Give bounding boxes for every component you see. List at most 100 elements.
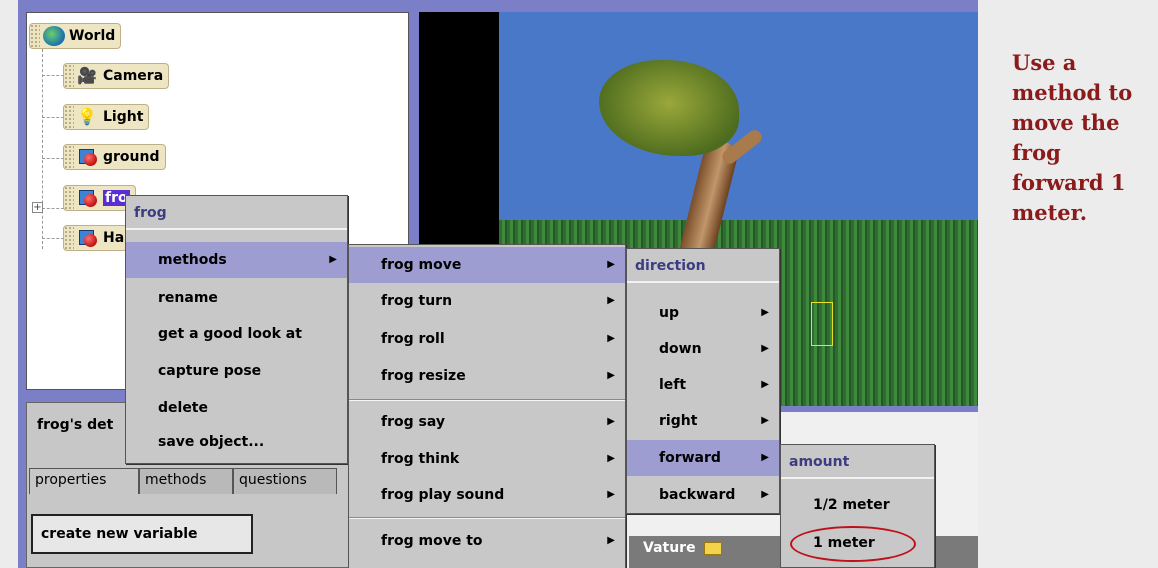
submenu-arrow-icon: ▶	[761, 415, 769, 426]
submenu-arrow-icon: ▶	[761, 379, 769, 390]
tree-connector	[42, 75, 64, 76]
menu-item-label: rename	[158, 290, 218, 306]
menu-item-half-meter[interactable]: 1/2 meter	[781, 487, 934, 523]
menu-item-label: backward	[659, 487, 736, 503]
selection-bounding-box	[811, 302, 833, 346]
tab-questions[interactable]: questions	[233, 468, 337, 494]
menu-separator	[349, 399, 625, 401]
menu-separator	[349, 517, 625, 519]
menu-item-frog-roll[interactable]: frog roll ▶	[349, 321, 625, 357]
menu-item-methods[interactable]: methods ▶	[126, 242, 347, 278]
menu-item-label: frog move to	[381, 533, 483, 549]
submenu-arrow-icon: ▶	[607, 259, 615, 270]
menu-item-label: get a good look at	[158, 326, 302, 342]
menu-item-get-a-good-look-at[interactable]: get a good look at	[126, 316, 347, 352]
menu-title: frog	[126, 196, 347, 230]
menu-item-label: frog turn	[381, 293, 453, 309]
tree-item-label: Camera	[103, 68, 164, 84]
tree-item-world[interactable]: World	[29, 23, 122, 49]
menu-item-up[interactable]: up ▶	[627, 295, 779, 331]
menu-item-label: frog resize	[381, 368, 466, 384]
submenu-arrow-icon: ▶	[761, 307, 769, 318]
menu-item-frog-turn[interactable]: frog turn ▶	[349, 283, 625, 319]
tab-methods[interactable]: methods	[139, 468, 233, 494]
submenu-arrow-icon: ▶	[607, 333, 615, 344]
object-icon	[77, 147, 99, 167]
menu-item-label: left	[659, 377, 687, 393]
light-bulb-icon: 💡	[77, 107, 97, 126]
menu-item-capture-pose[interactable]: capture pose	[126, 353, 347, 389]
gallery-folder-nature[interactable]: Vature	[643, 540, 723, 556]
submenu-arrow-icon: ▶	[761, 452, 769, 463]
menu-item-delete[interactable]: delete	[126, 390, 347, 426]
tree-item-ground[interactable]: ground	[63, 144, 166, 170]
menu-item-label: capture pose	[158, 363, 262, 379]
menu-title: direction	[627, 249, 779, 283]
expand-toggle[interactable]: +	[32, 202, 43, 213]
drag-grip	[64, 105, 74, 129]
drag-grip	[64, 226, 74, 250]
tree-item-label: ground	[103, 149, 160, 165]
direction-submenu: direction up ▶ down ▶ left ▶ right ▶ for…	[626, 248, 780, 514]
submenu-arrow-icon: ▶	[761, 489, 769, 500]
menu-item-left[interactable]: left ▶	[627, 367, 779, 403]
submenu-arrow-icon: ▶	[607, 453, 615, 464]
object-icon	[77, 228, 99, 248]
menu-item-backward[interactable]: backward ▶	[627, 477, 779, 513]
tree-item-camera[interactable]: 🎥 Camera	[63, 63, 170, 89]
tree-item-label: Light	[103, 109, 144, 125]
tree-connector	[42, 158, 64, 159]
menu-item-frog-play-sound[interactable]: frog play sound ▶	[349, 477, 625, 513]
menu-item-frog-think[interactable]: frog think ▶	[349, 441, 625, 477]
tree-item-label: World	[69, 28, 116, 44]
menu-item-label: frog think	[381, 451, 460, 467]
submenu-arrow-icon: ▶	[607, 370, 615, 381]
submenu-arrow-icon: ▶	[329, 254, 337, 265]
tree-connector	[42, 117, 64, 118]
annotation-circle	[790, 526, 916, 562]
menu-item-label: save object...	[158, 434, 265, 450]
menu-item-frog-move[interactable]: frog move ▶	[349, 247, 625, 283]
menu-item-frog-say[interactable]: frog say ▶	[349, 404, 625, 440]
menu-item-label: methods	[158, 252, 227, 268]
menu-item-label: delete	[158, 400, 208, 416]
menu-item-label: frog say	[381, 414, 445, 430]
menu-item-frog-resize[interactable]: frog resize ▶	[349, 358, 625, 394]
folder-icon	[704, 541, 723, 555]
tree-item-light[interactable]: 💡 Light	[63, 104, 150, 130]
submenu-arrow-icon: ▶	[607, 416, 615, 427]
menu-item-label: frog roll	[381, 331, 445, 347]
menu-item-label: frog play sound	[381, 487, 505, 503]
tab-properties[interactable]: properties	[29, 468, 139, 494]
tree-item-label: Ha	[103, 230, 125, 246]
menu-item-label: 1/2 meter	[813, 497, 890, 513]
menu-item-label: up	[659, 305, 679, 321]
instruction-text: Use a method to move the frog forward 1 …	[1012, 50, 1133, 225]
world-icon	[43, 26, 65, 46]
submenu-arrow-icon: ▶	[607, 535, 615, 546]
menu-item-rename[interactable]: rename	[126, 280, 347, 316]
menu-item-label: right	[659, 413, 698, 429]
tree-connector	[42, 49, 43, 249]
menu-item-down[interactable]: down ▶	[627, 331, 779, 367]
menu-item-right[interactable]: right ▶	[627, 403, 779, 439]
tree-connector	[42, 208, 64, 209]
drag-grip	[64, 64, 74, 88]
create-new-variable-button[interactable]: create new variable	[31, 514, 253, 554]
menu-item-forward[interactable]: forward ▶	[627, 440, 779, 476]
menu-item-frog-move-to[interactable]: frog move to ▶	[349, 523, 625, 559]
submenu-arrow-icon: ▶	[761, 343, 769, 354]
menu-item-label: forward	[659, 450, 721, 466]
methods-submenu: frog move ▶ frog turn ▶ frog roll ▶ frog…	[348, 244, 626, 568]
tree-canopy	[599, 60, 739, 156]
tree-item-ha[interactable]: Ha	[63, 225, 131, 251]
object-icon	[77, 188, 99, 208]
drag-grip	[64, 145, 74, 169]
menu-item-label: frog move	[381, 257, 462, 273]
menu-item-save-object[interactable]: save object...	[126, 424, 347, 460]
camera-icon: 🎥	[77, 66, 97, 85]
details-title: frog's det	[37, 417, 114, 433]
menu-title: amount	[781, 445, 934, 479]
drag-grip	[30, 24, 40, 48]
object-context-menu: frog methods ▶ rename get a good look at…	[125, 195, 348, 464]
